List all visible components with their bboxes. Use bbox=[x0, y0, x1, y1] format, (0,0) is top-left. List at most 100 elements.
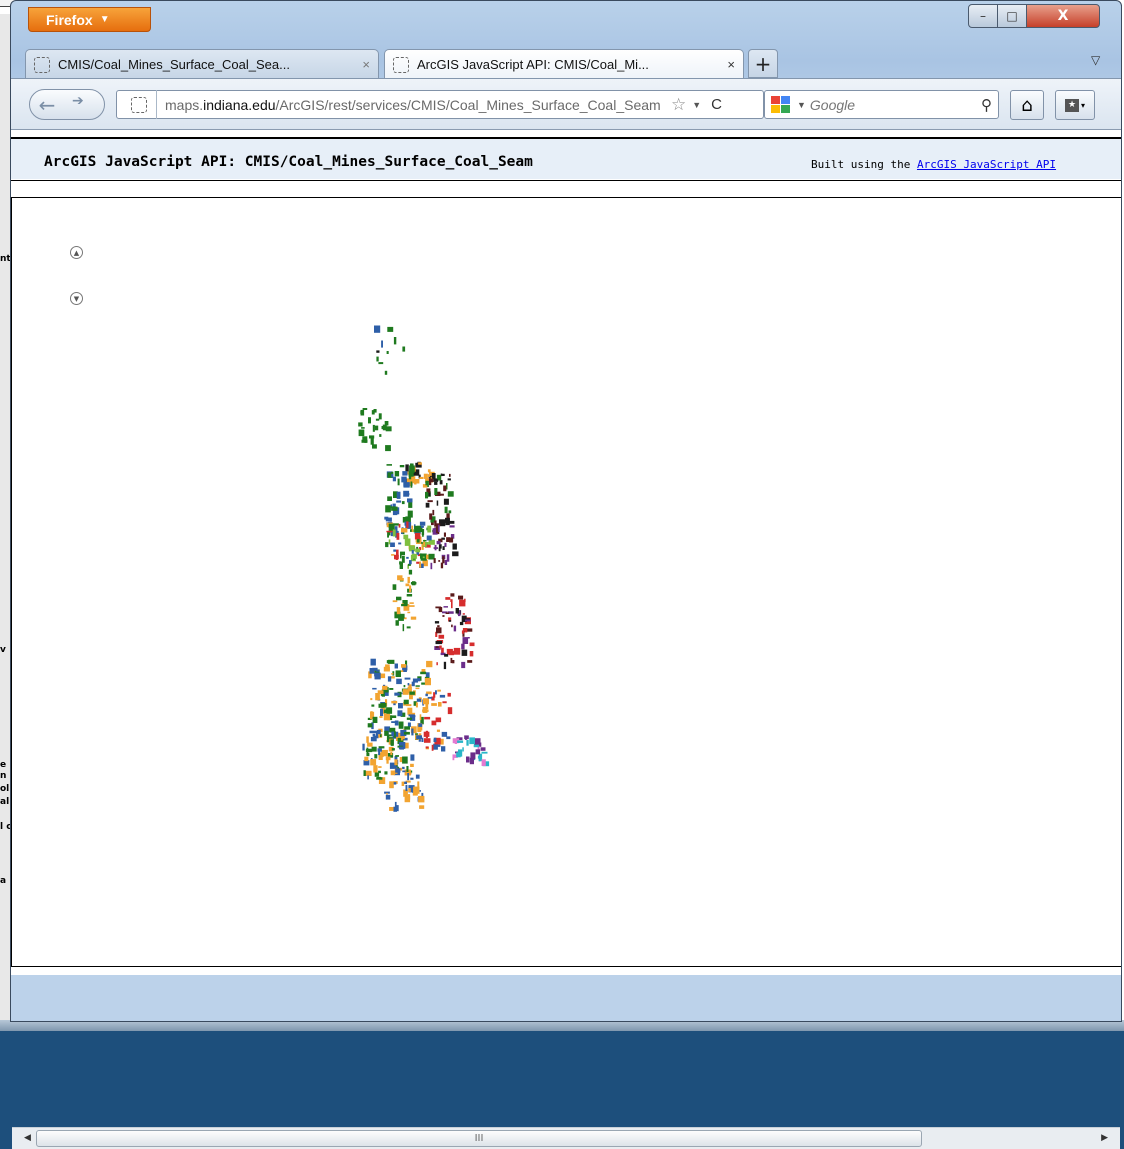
mine-polygon[interactable] bbox=[406, 626, 411, 629]
mine-polygon[interactable] bbox=[444, 506, 448, 514]
mine-polygon[interactable] bbox=[410, 481, 413, 488]
mine-polygon[interactable] bbox=[394, 759, 398, 766]
mine-polygon[interactable] bbox=[407, 493, 410, 496]
mine-polygon[interactable] bbox=[433, 743, 438, 750]
mine-polygon[interactable] bbox=[465, 619, 471, 622]
mine-polygon[interactable] bbox=[361, 427, 365, 429]
mine-polygon[interactable] bbox=[421, 739, 424, 743]
mine-polygon[interactable] bbox=[412, 553, 417, 559]
mine-polygon[interactable] bbox=[396, 491, 401, 499]
mine-polygon[interactable] bbox=[402, 689, 409, 695]
mine-polygon[interactable] bbox=[410, 529, 412, 532]
mine-polygon[interactable] bbox=[407, 683, 410, 686]
mine-polygon[interactable] bbox=[455, 608, 459, 614]
mine-polygon[interactable] bbox=[443, 606, 449, 608]
mine-polygon[interactable] bbox=[421, 529, 425, 536]
mine-polygon[interactable] bbox=[418, 795, 425, 803]
search-box[interactable]: ▼ Google ⚲ bbox=[764, 90, 999, 119]
mine-polygon[interactable] bbox=[410, 754, 415, 761]
mine-polygon[interactable] bbox=[402, 756, 408, 764]
mine-polygon[interactable] bbox=[448, 620, 452, 622]
mine-polygon[interactable] bbox=[370, 698, 373, 701]
scroll-left-arrow-icon[interactable]: ◀ bbox=[24, 1133, 31, 1143]
mine-polygon[interactable] bbox=[390, 770, 396, 776]
mine-polygon[interactable] bbox=[415, 702, 418, 708]
mine-polygon[interactable] bbox=[452, 543, 457, 550]
mine-polygon[interactable] bbox=[427, 696, 433, 699]
mine-polygon[interactable] bbox=[404, 677, 411, 680]
mine-polygon[interactable] bbox=[385, 794, 391, 800]
mine-polygon[interactable] bbox=[403, 685, 406, 688]
mine-polygon[interactable] bbox=[399, 746, 404, 750]
mine-polygon[interactable] bbox=[376, 776, 381, 780]
search-input[interactable]: Google bbox=[810, 97, 981, 113]
mine-polygon[interactable] bbox=[462, 747, 464, 752]
mine-polygon[interactable] bbox=[436, 500, 439, 506]
mine-polygon[interactable] bbox=[393, 549, 397, 552]
mine-polygon[interactable] bbox=[371, 746, 377, 752]
mine-polygon[interactable] bbox=[466, 740, 469, 746]
mine-polygon[interactable] bbox=[384, 771, 388, 775]
mine-polygon[interactable] bbox=[406, 556, 409, 559]
mine-polygon[interactable] bbox=[362, 436, 368, 442]
mine-polygon[interactable] bbox=[365, 770, 372, 776]
mine-polygon[interactable] bbox=[393, 782, 397, 785]
mine-polygon[interactable] bbox=[422, 556, 425, 559]
mine-polygon[interactable] bbox=[401, 781, 405, 786]
mine-polygon[interactable] bbox=[390, 739, 394, 745]
mine-polygon[interactable] bbox=[449, 473, 451, 477]
mine-polygon[interactable] bbox=[396, 500, 402, 503]
mine-polygon[interactable] bbox=[431, 744, 434, 751]
mine-polygon[interactable] bbox=[378, 766, 382, 768]
mine-polygon[interactable] bbox=[401, 501, 405, 505]
mine-polygon[interactable] bbox=[398, 703, 403, 709]
mine-polygon[interactable] bbox=[392, 584, 397, 590]
mine-polygon[interactable] bbox=[427, 525, 432, 533]
bookmark-star-icon[interactable]: ☆ bbox=[671, 95, 686, 115]
search-magnifier-icon[interactable]: ⚲ bbox=[981, 96, 992, 114]
mine-polygon[interactable] bbox=[431, 703, 437, 706]
mine-polygon[interactable] bbox=[391, 721, 397, 723]
mine-polygon[interactable] bbox=[382, 749, 388, 757]
mine-polygon[interactable] bbox=[397, 710, 403, 717]
mine-polygon[interactable] bbox=[436, 527, 438, 534]
scroll-right-arrow-icon[interactable]: ▶ bbox=[1101, 1133, 1108, 1143]
mine-polygon[interactable] bbox=[398, 614, 404, 621]
mine-polygon[interactable] bbox=[435, 717, 442, 723]
mine-polygon[interactable] bbox=[367, 775, 369, 780]
mine-polygon[interactable] bbox=[412, 678, 418, 683]
mine-polygon[interactable] bbox=[394, 663, 398, 669]
mine-polygon[interactable] bbox=[372, 424, 375, 432]
mine-polygon[interactable] bbox=[461, 649, 468, 656]
mine-polygon[interactable] bbox=[370, 658, 376, 666]
mine-polygon[interactable] bbox=[358, 422, 363, 427]
mine-polygon[interactable] bbox=[394, 692, 400, 696]
mine-polygon[interactable] bbox=[375, 418, 380, 421]
mine-polygon[interactable] bbox=[402, 346, 406, 352]
mine-polygon[interactable] bbox=[442, 615, 445, 617]
mine-polygon[interactable] bbox=[408, 501, 413, 508]
mine-polygon[interactable] bbox=[362, 743, 365, 751]
mine-polygon[interactable] bbox=[441, 746, 446, 752]
mine-polygon[interactable] bbox=[396, 596, 402, 601]
mine-polygon[interactable] bbox=[369, 668, 375, 674]
mine-polygon[interactable] bbox=[444, 733, 447, 737]
mine-polygon[interactable] bbox=[394, 471, 400, 477]
mine-polygon[interactable] bbox=[423, 698, 429, 705]
url-bar[interactable]: maps.indiana.edu/ArcGIS/rest/services/CM… bbox=[116, 90, 764, 119]
mine-polygon[interactable] bbox=[462, 613, 465, 615]
mine-polygon[interactable] bbox=[473, 744, 480, 748]
mine-polygon[interactable] bbox=[391, 748, 395, 751]
mine-polygon[interactable] bbox=[424, 738, 431, 743]
mine-polygon[interactable] bbox=[427, 500, 433, 503]
mine-polygon[interactable] bbox=[424, 716, 431, 720]
mine-polygon[interactable] bbox=[447, 692, 451, 697]
mine-polygon[interactable] bbox=[385, 445, 391, 452]
close-tab-icon[interactable]: × bbox=[362, 57, 370, 72]
arcgis-api-link[interactable]: ArcGIS JavaScript API bbox=[917, 158, 1056, 171]
mine-polygon[interactable] bbox=[467, 628, 473, 632]
mine-polygon[interactable] bbox=[442, 556, 445, 564]
mine-polygon[interactable] bbox=[423, 473, 428, 479]
mine-polygon[interactable] bbox=[386, 660, 391, 664]
mine-polygon[interactable] bbox=[380, 708, 384, 716]
